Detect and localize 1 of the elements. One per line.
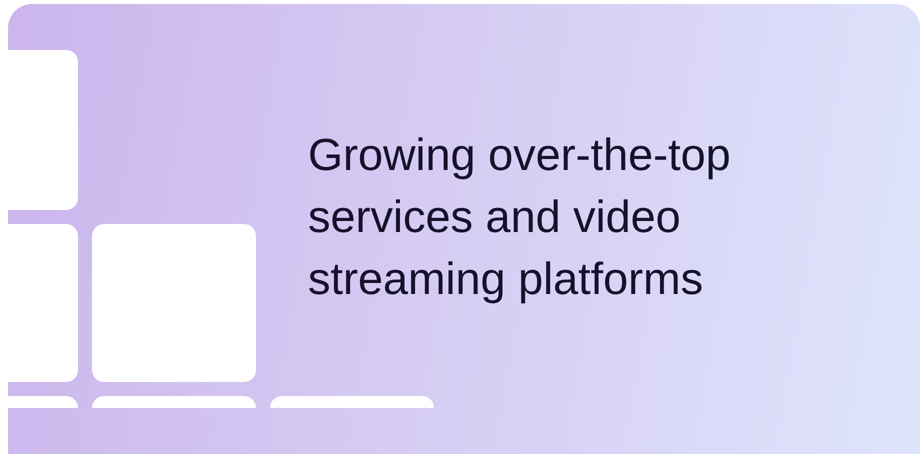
card-heading: Growing over-the-top services and video streaming platforms	[308, 128, 732, 306]
